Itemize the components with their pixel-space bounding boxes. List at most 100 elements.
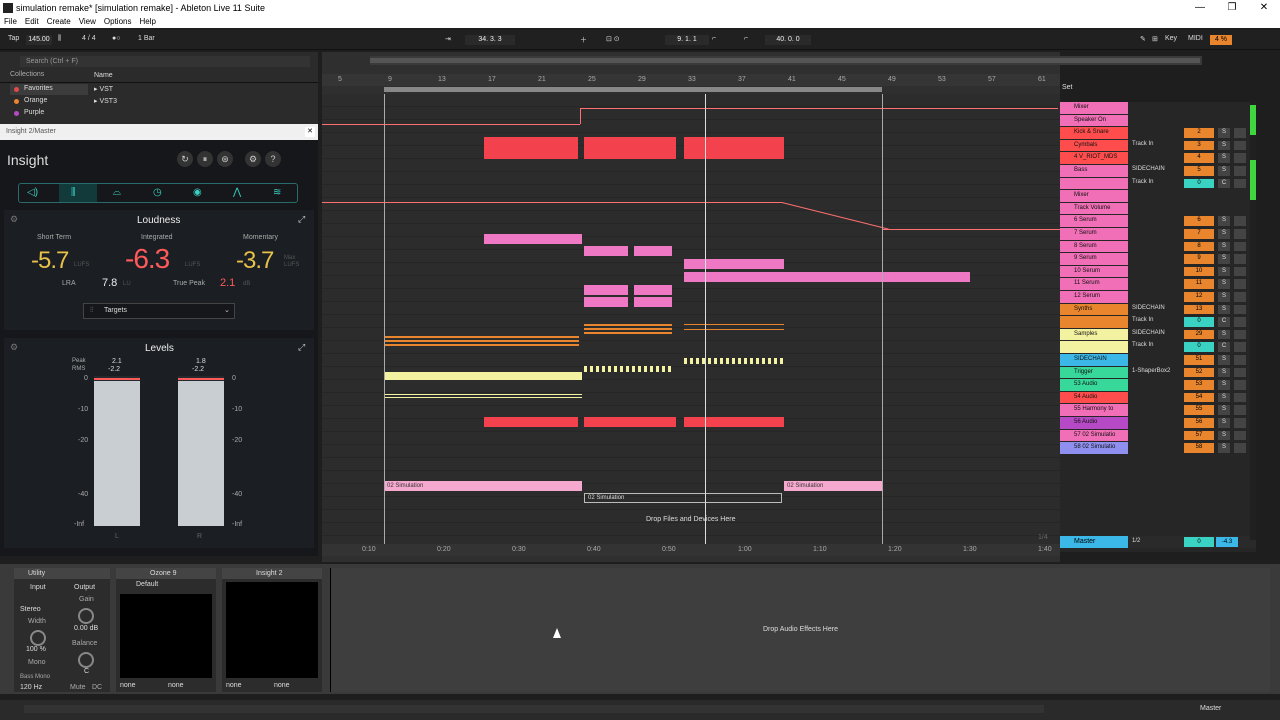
track-input-select[interactable]: SIDECHAIN bbox=[1132, 166, 1165, 172]
solo-button[interactable]: C bbox=[1218, 342, 1230, 352]
track-number[interactable]: 29 bbox=[1184, 329, 1214, 340]
restore-button[interactable]: ❐ bbox=[1217, 0, 1247, 16]
mixer-track-row[interactable]: 8 Serum 8 S bbox=[1060, 240, 1256, 253]
track-name[interactable]: Mixer bbox=[1060, 102, 1128, 114]
collection-purple[interactable]: Purple bbox=[10, 108, 88, 119]
sound-field-module-icon[interactable]: ◉ bbox=[193, 187, 202, 198]
levels-expand-icon[interactable]: ⤢ bbox=[298, 342, 305, 353]
arm-icon[interactable] bbox=[1234, 304, 1246, 315]
utility-dc-button[interactable]: DC bbox=[92, 684, 102, 691]
clip-54-2[interactable] bbox=[584, 417, 676, 427]
loop-start[interactable]: 9. 1. 1 bbox=[665, 35, 709, 45]
collection-favorites[interactable]: Favorites bbox=[10, 84, 88, 95]
ozone-preset[interactable]: Default bbox=[116, 581, 216, 591]
solo-button[interactable]: S bbox=[1218, 153, 1230, 163]
levels-module-icon[interactable]: ⫼ bbox=[71, 187, 76, 198]
clip-simulation-3[interactable]: 02 Simulation bbox=[784, 481, 882, 491]
solo-button[interactable]: S bbox=[1218, 430, 1230, 441]
arrangement-view[interactable]: 5 9 13 17 21 25 29 33 37 41 45 49 53 57 … bbox=[322, 52, 1202, 562]
history-module-icon[interactable]: ◷ bbox=[153, 187, 162, 198]
track-number[interactable]: 2 bbox=[1184, 128, 1214, 138]
track-name[interactable]: 58 02 Simulatio bbox=[1060, 442, 1128, 454]
mixer-track-row[interactable]: Track In 0 C bbox=[1060, 177, 1256, 190]
clip-serum-11b[interactable] bbox=[634, 297, 672, 307]
utility-bass-mono[interactable]: Bass Mono bbox=[20, 674, 50, 680]
track-name[interactable]: Bass bbox=[1060, 165, 1128, 177]
io-icon[interactable]: ⊛ bbox=[217, 151, 233, 167]
mixer-track-row[interactable]: 7 Serum 7 S bbox=[1060, 228, 1256, 240]
track-name[interactable] bbox=[1060, 316, 1128, 328]
solo-button[interactable]: S bbox=[1218, 392, 1230, 403]
track-name[interactable] bbox=[1060, 177, 1128, 190]
arm-icon[interactable] bbox=[1234, 430, 1246, 441]
loudness-settings-icon[interactable]: ⚙ bbox=[10, 214, 18, 225]
arm-icon[interactable] bbox=[1234, 140, 1246, 151]
spectrogram-module-icon[interactable]: ⋀ bbox=[233, 187, 241, 198]
arm-icon[interactable] bbox=[1234, 229, 1246, 239]
track-name[interactable]: Kick & Snare bbox=[1060, 127, 1128, 139]
browser-item-vst[interactable]: ▸ VST bbox=[94, 85, 113, 93]
utility-bass-freq[interactable]: 120 Hz bbox=[20, 684, 42, 691]
track-input-select[interactable]: Track In bbox=[1132, 317, 1153, 323]
add-icon[interactable]: ＋ bbox=[580, 35, 587, 45]
beat-ruler[interactable]: 5 9 13 17 21 25 29 33 37 41 45 49 53 57 … bbox=[322, 74, 1060, 86]
draw-mode-icon[interactable]: ✎ bbox=[1140, 35, 1146, 43]
mixer-track-row[interactable]: Bass SIDECHAIN 5 S bbox=[1060, 165, 1256, 177]
track-number[interactable]: 13 bbox=[1184, 304, 1214, 315]
mixer-track-row[interactable]: Cymbals Track In 3 S bbox=[1060, 139, 1256, 152]
track-name[interactable]: SIDECHAIN bbox=[1060, 354, 1128, 366]
minimize-button[interactable]: — bbox=[1185, 0, 1215, 16]
mixer-track-row[interactable]: 11 Serum 11 S bbox=[1060, 278, 1256, 290]
clip-samples-1[interactable] bbox=[384, 372, 582, 380]
arm-icon[interactable] bbox=[1234, 342, 1246, 352]
track-name[interactable] bbox=[1060, 341, 1128, 353]
mixer-track-row[interactable]: 57 02 Simulatio 57 S bbox=[1060, 429, 1256, 442]
mixer-track-row[interactable]: 4 V_RIOT_MDS 4 S bbox=[1060, 152, 1256, 164]
track-input-select[interactable]: Track In bbox=[1132, 342, 1153, 348]
clip-kick-1[interactable] bbox=[484, 137, 578, 159]
arm-icon[interactable] bbox=[1234, 266, 1246, 277]
key-map-button[interactable]: Key bbox=[1165, 35, 1177, 42]
insight2-sidechain-left[interactable]: none bbox=[226, 682, 242, 689]
track-number[interactable]: 0 bbox=[1184, 342, 1214, 352]
solo-button[interactable]: S bbox=[1218, 266, 1230, 277]
close-button[interactable]: ✕ bbox=[1249, 0, 1279, 16]
clip-kick-3[interactable] bbox=[684, 137, 784, 159]
track-name[interactable]: 53 Audio bbox=[1060, 379, 1128, 391]
tempo-field[interactable]: 145.00 bbox=[26, 35, 52, 45]
solo-button[interactable]: S bbox=[1218, 418, 1230, 428]
collection-orange[interactable]: Orange bbox=[10, 96, 88, 107]
overview-scroll[interactable] bbox=[370, 56, 1202, 65]
mixer-track-row[interactable]: Kick & Snare 2 S bbox=[1060, 127, 1256, 139]
solo-button[interactable]: S bbox=[1218, 229, 1230, 239]
arm-icon[interactable] bbox=[1234, 329, 1246, 340]
track-input-select[interactable]: Track In bbox=[1132, 141, 1153, 147]
clip-serum-6[interactable] bbox=[484, 234, 582, 244]
spectrum-module-icon[interactable]: ⌓ bbox=[113, 187, 121, 198]
solo-button[interactable]: S bbox=[1218, 329, 1230, 340]
mixer-track-row[interactable]: SIDECHAIN 51 S bbox=[1060, 354, 1256, 366]
master-track[interactable]: Master 1/2 0 -4.3 bbox=[1060, 536, 1256, 548]
ozone-sidechain-left[interactable]: none bbox=[120, 682, 136, 689]
browser-item-vst3[interactable]: ▸ VST3 bbox=[94, 97, 117, 105]
track-name[interactable]: 4 V_RIOT_MDS bbox=[1060, 152, 1128, 164]
menu-create[interactable]: Create bbox=[43, 16, 75, 28]
arm-icon[interactable] bbox=[1234, 317, 1246, 327]
clip-synths-1[interactable] bbox=[384, 336, 579, 348]
mixer-track-row[interactable]: 58 02 Simulatio 58 S bbox=[1060, 442, 1256, 454]
menu-options[interactable]: Options bbox=[100, 16, 136, 28]
utility-mute-button[interactable]: Mute bbox=[70, 684, 86, 691]
mixer-track-row[interactable]: 10 Serum 10 S bbox=[1060, 265, 1256, 278]
insight2-plugin-display[interactable] bbox=[226, 582, 318, 678]
clip-kick-2[interactable] bbox=[584, 137, 676, 159]
metronome-icon[interactable]: ⫼ bbox=[58, 35, 61, 43]
track-name[interactable]: 11 Serum bbox=[1060, 278, 1128, 290]
mixer-track-row[interactable]: Track Volume bbox=[1060, 202, 1256, 215]
time-ruler[interactable]: 0:10 0:20 0:30 0:40 0:50 1:00 1:10 1:20 … bbox=[322, 544, 1060, 556]
ozone-device[interactable]: Ozone 9 Default none none bbox=[116, 568, 216, 692]
follow-icon[interactable]: ⇥ bbox=[445, 35, 451, 43]
menu-help[interactable]: Help bbox=[135, 16, 159, 28]
arm-icon[interactable] bbox=[1234, 216, 1246, 226]
solo-button[interactable]: S bbox=[1218, 254, 1230, 264]
track-name[interactable]: 56 Audio bbox=[1060, 417, 1128, 429]
